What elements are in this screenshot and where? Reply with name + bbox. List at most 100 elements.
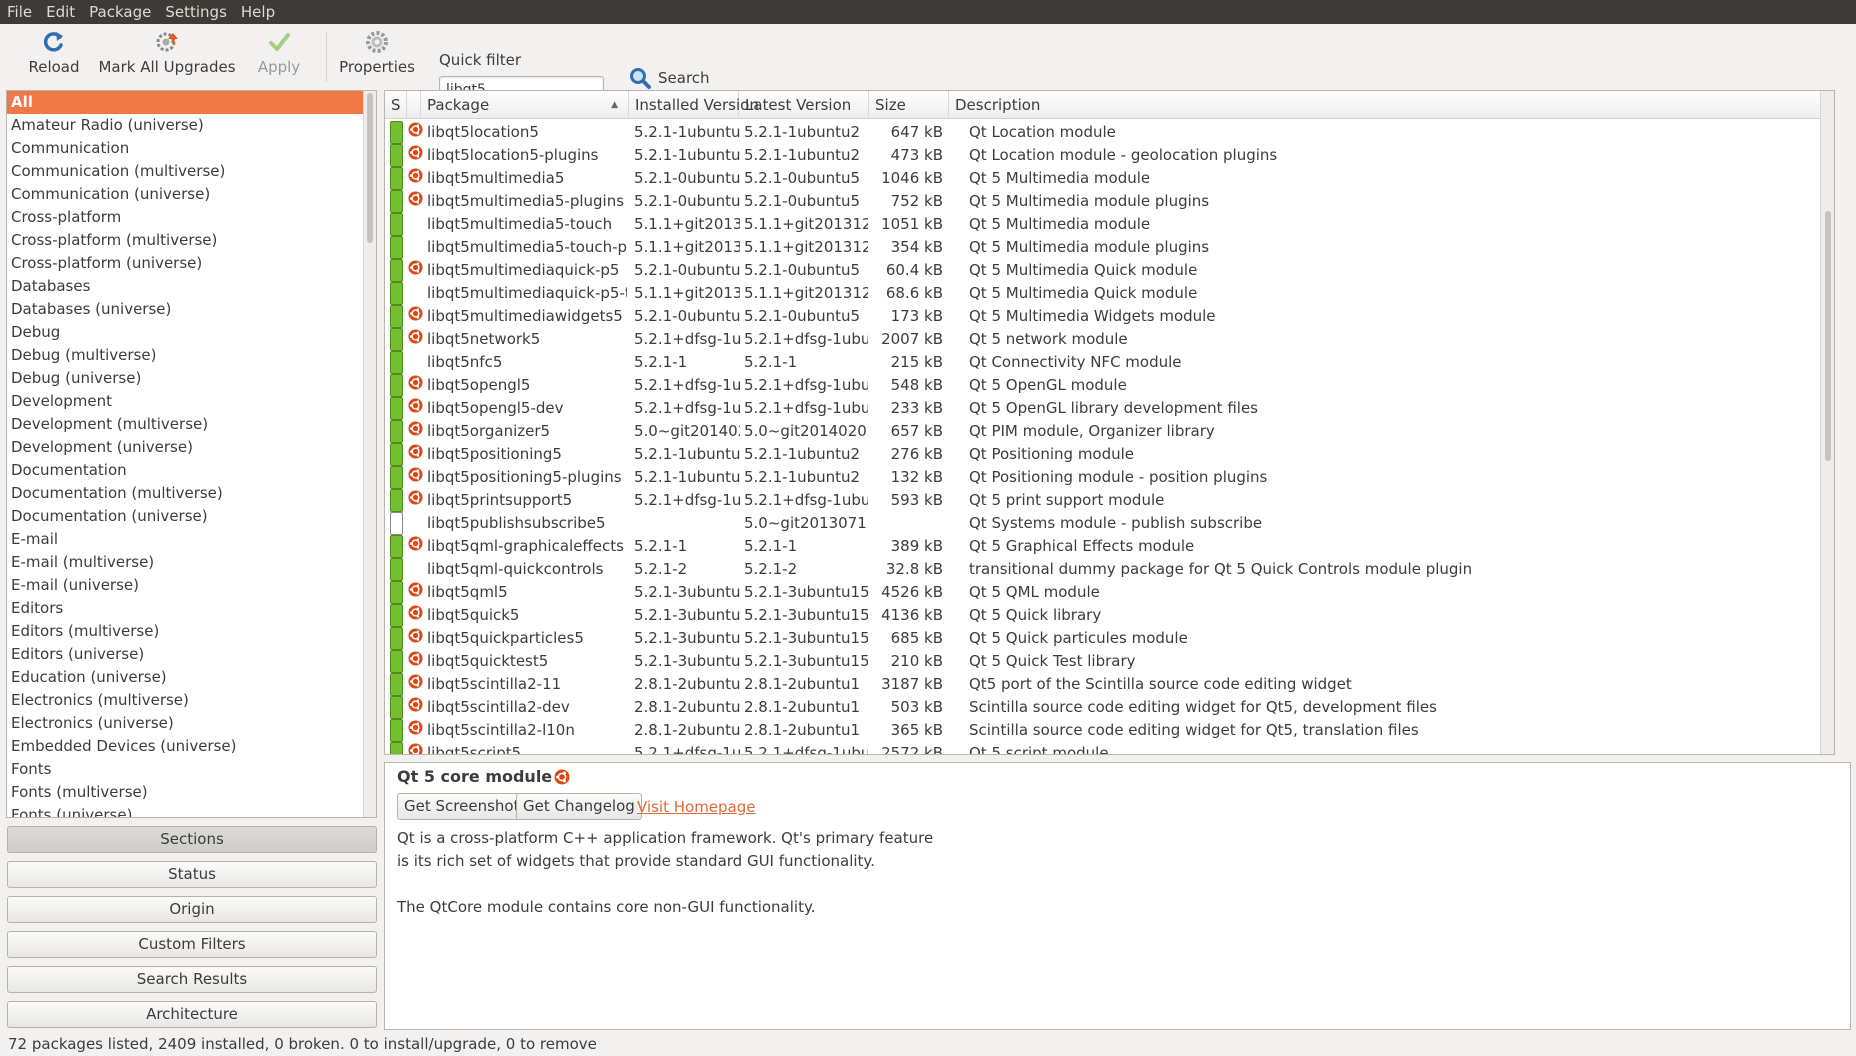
- section-item[interactable]: Debug: [7, 321, 376, 344]
- custom-filters-button[interactable]: Custom Filters: [7, 931, 377, 958]
- search-results-button[interactable]: Search Results: [7, 966, 377, 993]
- table-row[interactable]: libqt5positioning5 5.2.1-1ubuntu2 5.2.1-1u…: [385, 443, 1805, 466]
- package-status-checkbox[interactable]: [390, 259, 403, 282]
- table-scrollbar[interactable]: [1820, 91, 1834, 754]
- section-item[interactable]: Communication (universe): [7, 183, 376, 206]
- origin-button[interactable]: Origin: [7, 896, 377, 923]
- table-row[interactable]: libqt5multimedia5-plugins 5.2.1-0ubuntu5 5…: [385, 190, 1805, 213]
- section-item[interactable]: Communication (multiverse): [7, 160, 376, 183]
- section-item[interactable]: Editors (universe): [7, 643, 376, 666]
- sections-button[interactable]: Sections: [7, 826, 377, 853]
- status-button[interactable]: Status: [7, 861, 377, 888]
- section-item[interactable]: Embedded Devices (universe): [7, 735, 376, 758]
- table-row[interactable]: libqt5qml-quickcontrols 5.2.1-2 5.2.1-2 32.…: [385, 558, 1805, 581]
- section-item[interactable]: E-mail: [7, 528, 376, 551]
- table-row[interactable]: libqt5opengl5-dev 5.2.1+dfsg-1ubuntu5.2.1…: [385, 397, 1805, 420]
- package-status-checkbox[interactable]: [390, 466, 403, 489]
- get-screenshot-button[interactable]: Get Screenshot: [397, 793, 527, 820]
- column-package[interactable]: Package ▲: [421, 91, 629, 119]
- section-item[interactable]: Editors (multiverse): [7, 620, 376, 643]
- section-item[interactable]: Cross-platform (multiverse): [7, 229, 376, 252]
- section-item[interactable]: Electronics (universe): [7, 712, 376, 735]
- sections-scrollbar[interactable]: [363, 91, 376, 817]
- package-status-checkbox[interactable]: [390, 742, 403, 754]
- section-item[interactable]: Documentation (multiverse): [7, 482, 376, 505]
- sections-list[interactable]: All Amateur Radio (universe) Communication…: [6, 90, 377, 818]
- column-installed-version[interactable]: Installed Version: [629, 91, 759, 119]
- section-item[interactable]: Editors: [7, 597, 376, 620]
- package-status-checkbox[interactable]: [390, 673, 403, 696]
- package-status-checkbox[interactable]: [390, 489, 403, 512]
- menu-package[interactable]: Package: [82, 0, 158, 24]
- table-row[interactable]: libqt5printsupport5 5.2.1+dfsg-1ubuntu5.2…: [385, 489, 1805, 512]
- table-row[interactable]: libqt5location5 5.2.1-1ubuntu2 5.2.1-1ubun…: [385, 121, 1805, 144]
- section-item[interactable]: All: [7, 91, 376, 114]
- reload-button[interactable]: Reload: [26, 28, 82, 86]
- table-row[interactable]: libqt5scintilla2-l10n 2.8.1-2ubuntu1 2.8.1…: [385, 719, 1805, 742]
- section-item[interactable]: Development: [7, 390, 376, 413]
- search-button[interactable]: Search: [628, 64, 710, 92]
- table-row[interactable]: libqt5quick5 5.2.1-3ubuntu15.15.2.1-3ubun…: [385, 604, 1805, 627]
- package-status-checkbox[interactable]: [390, 144, 403, 167]
- package-status-checkbox[interactable]: [390, 719, 403, 742]
- column-support[interactable]: [407, 91, 421, 119]
- section-item[interactable]: Databases (universe): [7, 298, 376, 321]
- section-item[interactable]: Debug (universe): [7, 367, 376, 390]
- package-status-checkbox[interactable]: [390, 397, 403, 420]
- architecture-button[interactable]: Architecture: [7, 1001, 377, 1028]
- table-row[interactable]: libqt5opengl5 5.2.1+dfsg-1ubuntu5.2.1+dfs…: [385, 374, 1805, 397]
- section-item[interactable]: Cross-platform: [7, 206, 376, 229]
- package-status-checkbox[interactable]: [390, 351, 403, 374]
- get-changelog-button[interactable]: Get Changelog: [516, 793, 642, 820]
- table-row[interactable]: libqt5multimediaquick-p5-tou 5.1.1+git201…: [385, 282, 1805, 305]
- table-row[interactable]: libqt5multimedia5 5.2.1-0ubuntu5 5.2.1-0ub…: [385, 167, 1805, 190]
- package-status-checkbox[interactable]: [390, 328, 403, 351]
- section-item[interactable]: Amateur Radio (universe): [7, 114, 376, 137]
- table-row[interactable]: libqt5qml5 5.2.1-3ubuntu15.15.2.1-3ubuntu…: [385, 581, 1805, 604]
- section-item[interactable]: Fonts (universe): [7, 804, 376, 817]
- package-status-checkbox[interactable]: [390, 236, 403, 259]
- column-status[interactable]: S: [385, 91, 407, 119]
- table-row[interactable]: libqt5publishsubscribe5 5.0~git20130712-0…: [385, 512, 1805, 535]
- package-status-checkbox[interactable]: [390, 420, 403, 443]
- section-item[interactable]: Debug (multiverse): [7, 344, 376, 367]
- table-row[interactable]: libqt5scintilla2-dev 2.8.1-2ubuntu1 2.8.1-…: [385, 696, 1805, 719]
- section-item[interactable]: Fonts (multiverse): [7, 781, 376, 804]
- package-status-checkbox[interactable]: [390, 213, 403, 236]
- section-item[interactable]: Education (universe): [7, 666, 376, 689]
- package-status-checkbox[interactable]: [390, 650, 403, 673]
- table-row[interactable]: libqt5quicktest5 5.2.1-3ubuntu15.15.2.1-3…: [385, 650, 1805, 673]
- package-status-checkbox[interactable]: [390, 604, 403, 627]
- package-status-checkbox[interactable]: [390, 558, 403, 581]
- table-row[interactable]: libqt5multimedia5-touch 5.1.1+git20131205…: [385, 213, 1805, 236]
- package-status-checkbox[interactable]: [390, 190, 403, 213]
- package-status-checkbox[interactable]: [390, 121, 403, 144]
- package-status-checkbox[interactable]: [390, 443, 403, 466]
- section-item[interactable]: E-mail (multiverse): [7, 551, 376, 574]
- table-row[interactable]: libqt5multimediaquick-p5 5.2.1-0ubuntu5 5.…: [385, 259, 1805, 282]
- section-item[interactable]: Electronics (multiverse): [7, 689, 376, 712]
- table-row[interactable]: libqt5organizer5 5.0~git20140203~e5.0~git…: [385, 420, 1805, 443]
- menu-file[interactable]: File: [0, 0, 39, 24]
- table-row[interactable]: libqt5scintilla2-11 2.8.1-2ubuntu1 2.8.1-2…: [385, 673, 1805, 696]
- table-row[interactable]: libqt5qml-graphicaleffects 5.2.1-1 5.2.1-1…: [385, 535, 1805, 558]
- package-status-checkbox[interactable]: [390, 535, 403, 558]
- section-item[interactable]: Documentation: [7, 459, 376, 482]
- table-row[interactable]: libqt5location5-plugins 5.2.1-1ubuntu2 5.2…: [385, 144, 1805, 167]
- properties-button[interactable]: Properties: [339, 28, 415, 86]
- table-row[interactable]: libqt5multimediawidgets5 5.2.1-0ubuntu5 5.…: [385, 305, 1805, 328]
- apply-button[interactable]: Apply: [254, 28, 304, 86]
- menu-edit[interactable]: Edit: [39, 0, 82, 24]
- table-row[interactable]: libqt5multimedia5-touch-plug 5.1.1+git201…: [385, 236, 1805, 259]
- package-status-checkbox[interactable]: [390, 512, 403, 535]
- package-status-checkbox[interactable]: [390, 696, 403, 719]
- section-item[interactable]: Communication: [7, 137, 376, 160]
- section-item[interactable]: Development (universe): [7, 436, 376, 459]
- section-item[interactable]: Fonts: [7, 758, 376, 781]
- section-item[interactable]: Development (multiverse): [7, 413, 376, 436]
- column-size[interactable]: Size: [869, 91, 949, 119]
- menu-settings[interactable]: Settings: [158, 0, 234, 24]
- table-row[interactable]: libqt5positioning5-plugins 5.2.1-1ubuntu2…: [385, 466, 1805, 489]
- table-row[interactable]: libqt5script5 5.2.1+dfsg-1ubuntu 5.2.1+dfs…: [385, 742, 1805, 754]
- package-status-checkbox[interactable]: [390, 627, 403, 650]
